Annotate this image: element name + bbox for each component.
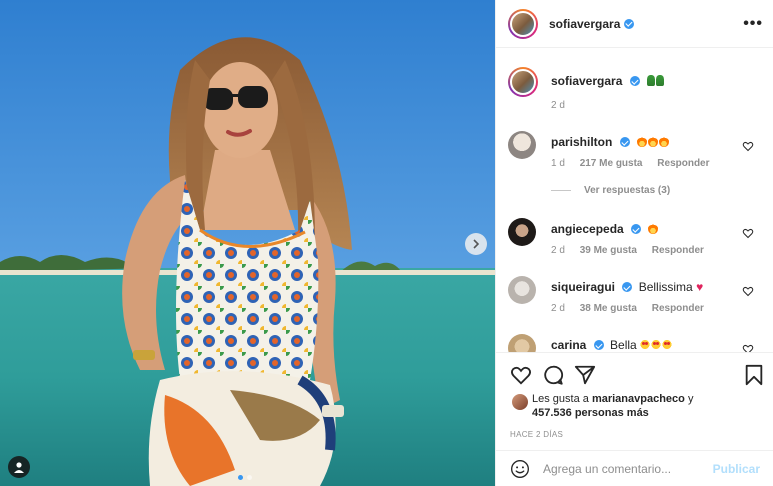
comment-username[interactable]: angiecepeda [551,222,624,236]
like-comment-heart-icon[interactable] [742,285,754,297]
comment-time[interactable]: 2 d [551,245,565,256]
author-avatar[interactable] [508,8,538,39]
commenter-avatar[interactable] [508,218,536,246]
comment-username[interactable]: siqueiragui [551,280,615,294]
comment-likes[interactable]: 38 Me gusta [580,303,637,314]
likes-prefix: Les gusta a [532,393,589,405]
verified-badge-icon [593,340,604,350]
verified-badge-icon [629,76,640,86]
user-icon [14,462,24,473]
comment-likes[interactable]: 217 Me gusta [580,158,643,169]
comment-time[interactable]: 2 d [551,303,565,314]
publish-button[interactable]: Publicar [713,462,760,476]
next-photo-button[interactable] [465,233,487,255]
heart-eyes-emoji-icon [662,339,673,350]
caption-username[interactable]: sofiavergara [551,74,622,88]
likes-conjunction: y [687,393,694,405]
fire-emoji-icon [659,136,670,147]
post-timestamp[interactable]: HACE 2 DÍAS [510,430,563,439]
add-comment-bar: Publicar [496,450,773,486]
caption-avatar[interactable] [508,67,538,97]
carousel-dots [238,475,252,480]
comment-username[interactable]: parishilton [551,135,612,149]
plant-emoji-icon [647,75,656,86]
reply-button[interactable]: Responder [652,245,704,256]
like-comment-heart-icon[interactable] [742,227,754,239]
comment-meta: 2 d 38 Me gusta Responder [551,303,716,314]
comment-time[interactable]: 1 d [551,158,565,169]
carousel-dot-active [238,475,243,480]
verified-badge-icon [622,282,633,292]
action-bar [510,364,764,386]
liker-avatar[interactable] [512,394,528,410]
view-replies-label: Ver respuestas (3) [584,185,671,196]
comment-likes[interactable]: 39 Me gusta [580,245,637,256]
post-header: sofiavergara ••• [496,0,773,48]
carousel-dot [247,475,252,480]
fire-emoji-icon [648,223,659,234]
post-sidebar: sofiavergara ••• sofiavergara 2 d parish… [495,0,773,486]
heart-icon[interactable] [510,364,532,386]
user-tags-button[interactable] [8,456,30,478]
post-photo[interactable] [0,0,495,486]
emoji-icon[interactable] [510,459,530,479]
more-options-button[interactable]: ••• [743,15,763,32]
caption-meta: 2 d [551,100,577,111]
heart-eyes-emoji-icon [651,339,662,350]
fire-emoji-icon [637,136,648,147]
red-heart-emoji-icon: ♥ [696,280,704,294]
comment-text: Bellissima [638,280,693,294]
share-icon[interactable] [574,364,596,386]
comment-icon[interactable] [542,364,564,386]
author-username[interactable]: sofiavergara [549,17,620,31]
replies-divider [551,190,571,191]
verified-badge-icon [631,224,642,234]
reply-button[interactable]: Responder [657,158,709,169]
verified-badge-icon [624,18,635,29]
caption-time[interactable]: 2 d [551,100,565,111]
commenter-avatar[interactable] [508,334,536,352]
likes-count[interactable]: 457.536 personas más [532,407,649,419]
reply-button[interactable]: Responder [652,303,704,314]
comment-text: Bella [610,338,637,352]
comment-meta: 2 d 39 Me gusta Responder [551,245,716,256]
comment-meta: 1 d 217 Me gusta Responder [551,158,722,169]
like-comment-heart-icon[interactable] [742,140,754,152]
comments-list: sofiavergara 2 d parishilton 1 d 217 Me … [496,55,773,352]
post-actions: Les gusta a marianavpacheco y 457.536 pe… [496,352,773,486]
commenter-avatar[interactable] [508,276,536,304]
likes-summary: Les gusta a marianavpacheco y 457.536 pe… [512,392,766,420]
view-replies-button[interactable]: Ver respuestas (3) [551,185,670,196]
comment-username[interactable]: carina [551,338,586,352]
commenter-avatar[interactable] [508,131,536,159]
liker-username[interactable]: marianavpacheco [592,393,685,405]
comment-input[interactable] [543,462,703,476]
fire-emoji-icon [648,136,659,147]
heart-eyes-emoji-icon [640,339,651,350]
bookmark-icon[interactable] [744,364,764,386]
chevron-right-icon [473,239,480,249]
like-comment-heart-icon[interactable] [742,343,754,352]
verified-badge-icon [619,137,630,147]
plant-emoji-icon [656,75,665,86]
post-image [0,0,495,486]
